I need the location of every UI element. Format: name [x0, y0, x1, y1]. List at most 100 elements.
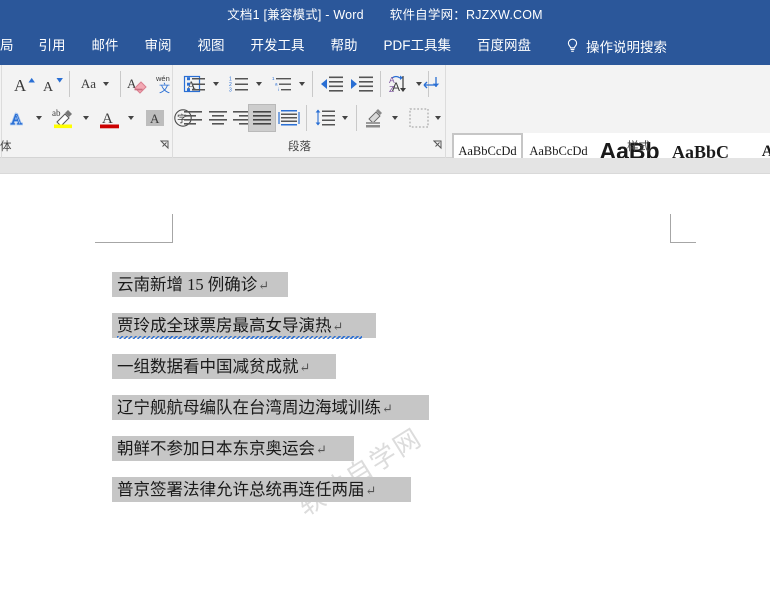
font-color-button[interactable]: A	[96, 105, 124, 131]
group-label-font: 体	[0, 141, 12, 153]
decrease-indent-button[interactable]	[318, 71, 346, 97]
pilcrow-icon: ↵	[299, 360, 311, 375]
document-page[interactable]: 软件自学网 云南新增 15 例确诊↵ 贾玲成全球票房最高女导演热↵ 一组数据看中…	[0, 174, 770, 608]
chevron-down-icon	[212, 82, 219, 86]
chevron-down-icon	[103, 82, 110, 86]
tab-developer[interactable]: 开发工具	[238, 27, 318, 65]
chevron-down-icon	[255, 82, 262, 86]
chevron-down-icon	[298, 82, 305, 86]
svg-text:ab: ab	[52, 108, 61, 118]
tab-review[interactable]: 审阅	[132, 27, 185, 65]
justify-button[interactable]	[248, 104, 276, 132]
ruler-band[interactable]	[0, 158, 770, 174]
clear-formatting-button[interactable]: A	[126, 71, 152, 97]
ribbon-tab-strip: 局 引用 邮件 审阅 视图 开发工具 帮助 PDF工具集 百度网盘 操作说明搜索	[0, 27, 770, 65]
pilcrow-icon: ↵	[365, 483, 377, 498]
tab-view[interactable]: 视图	[185, 27, 238, 65]
svg-text:A: A	[150, 111, 160, 126]
font-sep-2	[120, 71, 121, 97]
character-shading-button[interactable]: A	[142, 105, 168, 131]
grow-font-button[interactable]: A	[12, 71, 38, 97]
bullets-dropdown[interactable]	[209, 71, 222, 97]
phonetic-guide-button[interactable]: wén 文	[152, 71, 178, 97]
shading-dropdown[interactable]	[388, 105, 401, 131]
svg-text:1: 1	[272, 76, 275, 81]
group-label-styles: 样式	[627, 141, 650, 153]
sort-button[interactable]: A Z	[386, 71, 412, 97]
tab-pdf-tools[interactable]: PDF工具集	[371, 27, 465, 65]
bullets-button[interactable]	[183, 71, 209, 97]
chevron-down-icon	[434, 116, 441, 120]
document-title: 文档1 [兼容模式] - Word	[227, 8, 364, 22]
line-text: 朝鲜不参加日本东京奥运会	[117, 439, 315, 458]
line-text: 辽宁舰航母编队在台湾周边海域训练	[117, 398, 381, 417]
increase-indent-button[interactable]	[348, 71, 376, 97]
pilcrow-icon: ↵	[332, 319, 344, 334]
distributed-button[interactable]	[276, 105, 302, 131]
show-formatting-marks-button[interactable]	[418, 71, 444, 97]
line-spacing-button[interactable]	[312, 105, 338, 131]
font-dialog-launcher[interactable]	[159, 140, 170, 150]
tab-mailings[interactable]: 邮件	[79, 27, 132, 65]
line-text: 云南新增 15 例确诊	[117, 275, 258, 294]
svg-text:A: A	[43, 80, 54, 95]
shrink-font-button[interactable]: A	[40, 71, 66, 97]
paragraph-line-2[interactable]: 贾玲成全球票房最高女导演热↵	[112, 313, 376, 338]
document-canvas[interactable]: 软件自学网 云南新增 15 例确诊↵ 贾玲成全球票房最高女导演热↵ 一组数据看中…	[0, 174, 770, 608]
shading-button[interactable]	[362, 105, 388, 131]
paragraph-dialog-launcher[interactable]	[432, 140, 443, 150]
watermark-site-label: 软件自学网：RJZXW.COM	[389, 8, 543, 22]
grammar-squiggly-underline	[117, 336, 362, 339]
ribbon-group-labels: 体 段落 样式	[0, 136, 770, 158]
chevron-down-icon	[341, 116, 348, 120]
pilcrow-icon: ↵	[316, 442, 327, 457]
word-window: 文档1 [兼容模式] - Word 软件自学网：RJZXW.COM 局 引用 邮…	[0, 0, 770, 608]
group-label-paragraph: 段落	[288, 141, 311, 153]
title-bar: 文档1 [兼容模式] - Word 软件自学网：RJZXW.COM	[0, 0, 770, 27]
paragraph-line-6[interactable]: 普京签署法律允许总统再连任两届↵	[112, 477, 411, 502]
numbering-button[interactable]: 1 2 3	[226, 71, 252, 97]
borders-button[interactable]	[406, 105, 432, 131]
borders-dropdown[interactable]	[431, 105, 444, 131]
tab-help[interactable]: 帮助	[318, 27, 371, 65]
svg-text:3: 3	[229, 88, 232, 94]
change-case-button[interactable]: Aa	[74, 71, 116, 97]
text-highlight-color-button[interactable]: ab	[50, 105, 78, 131]
multilevel-list-button[interactable]: 1 a i	[269, 71, 295, 97]
text-effects-button[interactable]: A A	[5, 105, 31, 131]
pilcrow-icon: ↵	[382, 401, 393, 416]
multilevel-list-dropdown[interactable]	[295, 71, 308, 97]
document-watermark: 软件自学网	[292, 422, 428, 522]
para-sep-5	[356, 105, 357, 131]
tab-references[interactable]: 引用	[26, 27, 79, 65]
font-sep-1	[69, 71, 70, 97]
align-center-button[interactable]	[205, 105, 231, 131]
svg-text:Z: Z	[389, 84, 394, 94]
chevron-down-icon	[128, 116, 134, 120]
paragraph-line-3[interactable]: 一组数据看中国减贫成就↵	[112, 354, 336, 379]
tell-me-search[interactable]: 操作说明搜索	[566, 36, 667, 56]
paragraph-line-4[interactable]: 辽宁舰航母编队在台湾周边海域训练↵	[112, 395, 429, 420]
change-case-label: Aa	[80, 76, 97, 91]
tab-baidu-netdisk[interactable]: 百度网盘	[464, 27, 544, 65]
paragraph-line-1[interactable]: 云南新增 15 例确诊↵	[112, 272, 288, 297]
align-left-button[interactable]	[180, 105, 206, 131]
text-effects-dropdown[interactable]	[32, 105, 46, 131]
line-spacing-dropdown[interactable]	[338, 105, 351, 131]
svg-text:A: A	[14, 76, 27, 95]
font-color-dropdown[interactable]	[124, 105, 138, 131]
tell-me-label: 操作说明搜索	[586, 40, 667, 55]
pilcrow-icon: ↵	[258, 278, 270, 293]
para-sep-1	[312, 71, 313, 97]
paragraph-line-5[interactable]: 朝鲜不参加日本东京奥运会↵	[112, 436, 354, 461]
chevron-down-icon	[391, 116, 398, 120]
numbering-dropdown[interactable]	[252, 71, 265, 97]
tab-layout[interactable]: 局	[0, 27, 26, 65]
para-sep-2	[380, 71, 381, 97]
svg-text:wén: wén	[155, 74, 170, 83]
para-sep-4	[306, 105, 307, 131]
svg-text:A: A	[11, 112, 22, 128]
chevron-down-icon	[36, 116, 42, 120]
line-text: 贾玲成全球票房最高女导演热	[117, 316, 332, 335]
text-highlight-color-dropdown[interactable]	[79, 105, 93, 131]
